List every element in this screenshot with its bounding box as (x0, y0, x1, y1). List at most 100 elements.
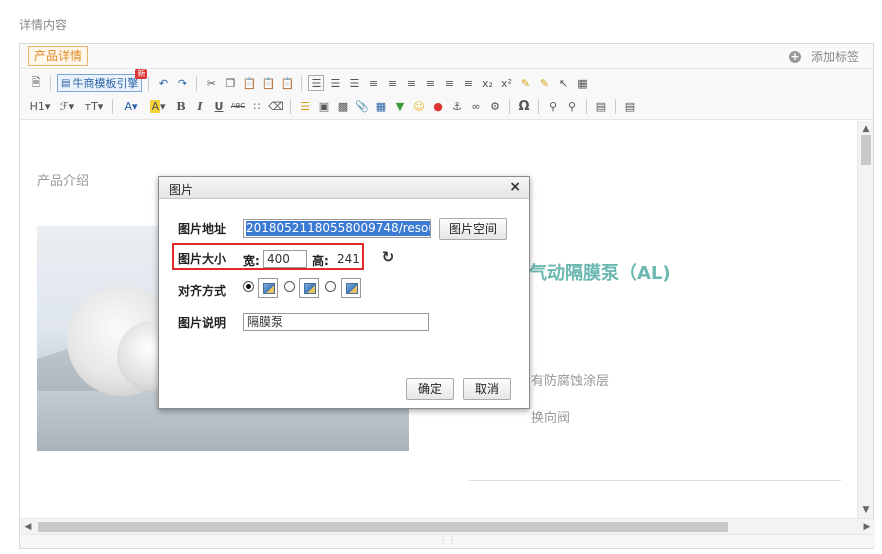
unordered-list-icon[interactable]: ≡ (441, 75, 457, 91)
page-break-icon[interactable]: ▤ (593, 98, 609, 114)
superscript-icon[interactable]: x² (498, 75, 514, 91)
paste-icon[interactable]: 📋 (241, 75, 257, 91)
image-dialog: 图片 × 图片地址 20180521180558009748/resource … (158, 176, 530, 409)
refresh-icon[interactable]: ↻ (380, 249, 396, 265)
toolbar-divider (112, 98, 113, 114)
new-badge: 新 (135, 69, 148, 79)
table-dots-icon[interactable]: ∷ (249, 98, 265, 114)
fullscreen-icon[interactable]: ▦ (574, 75, 590, 91)
align-center-icon[interactable]: ☰ (327, 75, 343, 91)
anchor-icon[interactable]: ⚓ (449, 98, 465, 114)
settings-gear-icon[interactable]: ⚙ (487, 98, 503, 114)
font-family-label: ℱ (59, 99, 69, 113)
align-left-icon[interactable]: ☰ (308, 75, 325, 91)
width-label: 宽: (243, 254, 260, 268)
align-justify-icon[interactable]: ≡ (365, 75, 381, 91)
dialog-title: 图片 (169, 183, 194, 197)
strikethrough-button[interactable]: ABC (230, 98, 246, 114)
align-left-image-icon[interactable] (299, 278, 319, 298)
line-height-icon[interactable]: ≡ (460, 75, 476, 91)
template-icon: ▤ (61, 77, 71, 89)
image-url-label: 图片地址 (178, 222, 227, 236)
align-right-radio[interactable] (325, 281, 336, 292)
undo-icon[interactable]: ↶ (155, 75, 171, 91)
map-pin-icon[interactable]: ● (430, 98, 446, 114)
format-brush-icon[interactable]: ✎ (517, 75, 533, 91)
ordered-list-icon[interactable]: ≡ (422, 75, 438, 91)
search-icon[interactable]: ⚲ (545, 98, 561, 114)
copy-icon[interactable]: ❐ (222, 75, 238, 91)
clear-format-icon[interactable]: ✎ (536, 75, 552, 91)
vertical-scrollbar[interactable]: ▲ ▼ (857, 121, 873, 518)
feature-text-2: 换向阀 (531, 411, 571, 426)
width-input[interactable]: 400 (263, 250, 307, 268)
cut-icon[interactable]: ✂ (203, 75, 219, 91)
replace-icon[interactable]: ⚲ (564, 98, 580, 114)
tab-product-detail[interactable]: 产品详情 (28, 46, 89, 66)
bold-button[interactable]: B (173, 98, 189, 114)
horizontal-scrollbar[interactable]: ◀ ▶ (20, 518, 875, 534)
scroll-down-icon[interactable]: ▼ (858, 502, 874, 518)
confirm-button[interactable]: 确定 (406, 378, 454, 400)
indent-icon[interactable]: ≡ (384, 75, 400, 91)
align-right-image-icon[interactable] (341, 278, 361, 298)
outdent-icon[interactable]: ≡ (403, 75, 419, 91)
html-code-icon[interactable]: ▤ (622, 98, 638, 114)
horizontal-scroll-thumb[interactable] (38, 522, 728, 532)
image-icon[interactable]: ▣ (316, 98, 332, 114)
subscript-icon[interactable]: x₂ (479, 75, 495, 91)
underline-button[interactable]: U (211, 98, 227, 114)
image-size-label: 图片大小 (178, 252, 227, 266)
font-size-dropdown[interactable]: тT ▾ (82, 98, 106, 114)
align-none-radio[interactable] (243, 281, 254, 292)
section-label: 详情内容 (19, 18, 68, 32)
add-tag-button[interactable]: + 添加标签 (788, 48, 859, 65)
attachment-icon[interactable]: 📎 (354, 98, 370, 114)
redo-icon[interactable]: ↷ (174, 75, 190, 91)
image-caption-label: 图片说明 (178, 316, 227, 330)
font-family-dropdown[interactable]: ℱ ▾ (55, 98, 79, 114)
template-engine-label: 牛商模板引擎 (72, 77, 139, 90)
height-label: 高: (312, 254, 329, 268)
image-caption-input[interactable]: 隔膜泵 (243, 313, 429, 331)
align-left-radio[interactable] (284, 281, 295, 292)
highlight-color-icon[interactable]: A ▾ (146, 98, 170, 114)
image-url-input[interactable]: 20180521180558009748/resource (243, 219, 431, 238)
insert-table-icon[interactable]: ▦ (373, 98, 389, 114)
resize-handle[interactable]: ⋮⋮ (20, 534, 875, 548)
vertical-scroll-thumb[interactable] (861, 135, 871, 165)
italic-button[interactable]: I (192, 98, 208, 114)
dialog-header[interactable]: 图片 × (159, 177, 529, 199)
paste-word-icon[interactable]: 📋 (279, 75, 295, 91)
select-all-icon[interactable]: ↖ (555, 75, 571, 91)
scroll-right-icon[interactable]: ▶ (859, 519, 875, 535)
toolbar-divider (509, 98, 510, 114)
link-icon[interactable]: ☰ (297, 98, 313, 114)
height-input[interactable]: 241 (333, 250, 360, 268)
align-none-image-icon[interactable] (258, 278, 278, 298)
toolbar-row-2: H1 ▾ ℱ ▾ тT ▾ A▾ A ▾ B I U ABC ∷ ⌫ ☰ ▣ ▩ 📎 ▦… (28, 95, 638, 117)
tab-bar: 产品详情 + 添加标签 (20, 44, 873, 69)
cancel-button[interactable]: 取消 (463, 378, 511, 400)
image-space-button[interactable]: 图片空间 (439, 218, 507, 240)
font-color-icon[interactable]: A▾ (119, 98, 143, 114)
eraser-icon[interactable]: ⌫ (268, 98, 284, 114)
heading-label: H1 (29, 99, 45, 113)
unlink-icon[interactable]: ∞ (468, 98, 484, 114)
scroll-left-icon[interactable]: ◀ (20, 519, 36, 535)
toolbar-divider (148, 75, 150, 91)
divider-line (469, 480, 841, 481)
paste-text-icon[interactable]: 📋 (260, 75, 276, 91)
template-engine-button[interactable]: ▤ 牛商模板引擎 新 (57, 69, 148, 92)
toolbar-row-1: 🗎 ▤ 牛商模板引擎 新 ↶ ↷ ✂ ❐ 📋 📋 📋 ☰ ☰ ☰ ≡ ≡ ≡ ≡ (28, 69, 590, 94)
emoticon-icon[interactable]: ☺ (411, 98, 427, 114)
media-icon[interactable]: ▩ (335, 98, 351, 114)
align-right-icon[interactable]: ☰ (346, 75, 362, 91)
insert-row-icon[interactable]: ▼ (392, 98, 408, 114)
close-icon[interactable]: × (509, 179, 521, 195)
alignment-label: 对齐方式 (178, 284, 227, 298)
heading-dropdown[interactable]: H1 ▾ (28, 98, 52, 114)
special-char-button[interactable]: Ω (516, 98, 532, 114)
source-code-icon[interactable]: 🗎 (28, 75, 44, 91)
image-url-value: 20180521180558009748/resource (246, 221, 430, 236)
